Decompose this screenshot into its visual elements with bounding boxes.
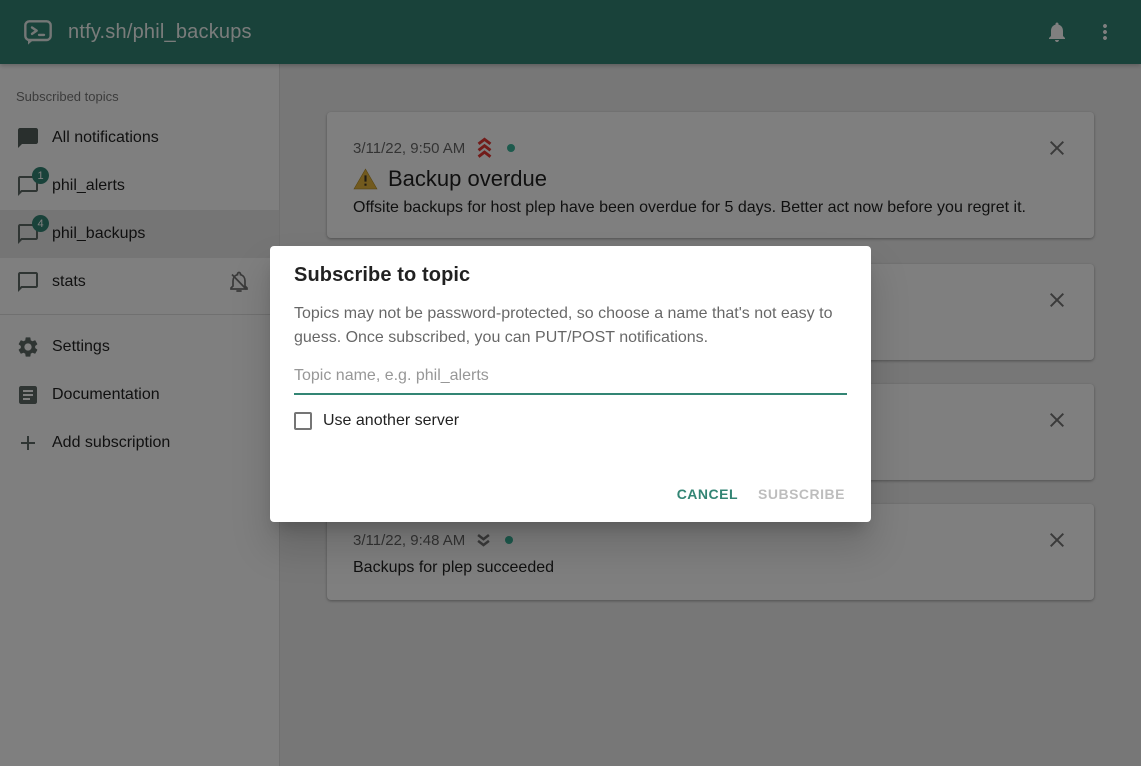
topic-name-input[interactable] [294,363,847,395]
checkbox-icon [294,412,312,430]
cancel-button[interactable]: CANCEL [667,478,748,510]
checkbox-label: Use another server [323,412,459,430]
dialog-title: Subscribe to topic [294,246,847,287]
dialog-actions: CANCEL SUBSCRIBE [667,478,855,510]
use-another-server-checkbox[interactable]: Use another server [294,412,847,430]
subscribe-dialog: Subscribe to topic Topics may not be pas… [270,246,871,522]
dialog-description: Topics may not be password-protected, so… [294,302,847,350]
subscribe-button[interactable]: SUBSCRIBE [748,478,855,510]
